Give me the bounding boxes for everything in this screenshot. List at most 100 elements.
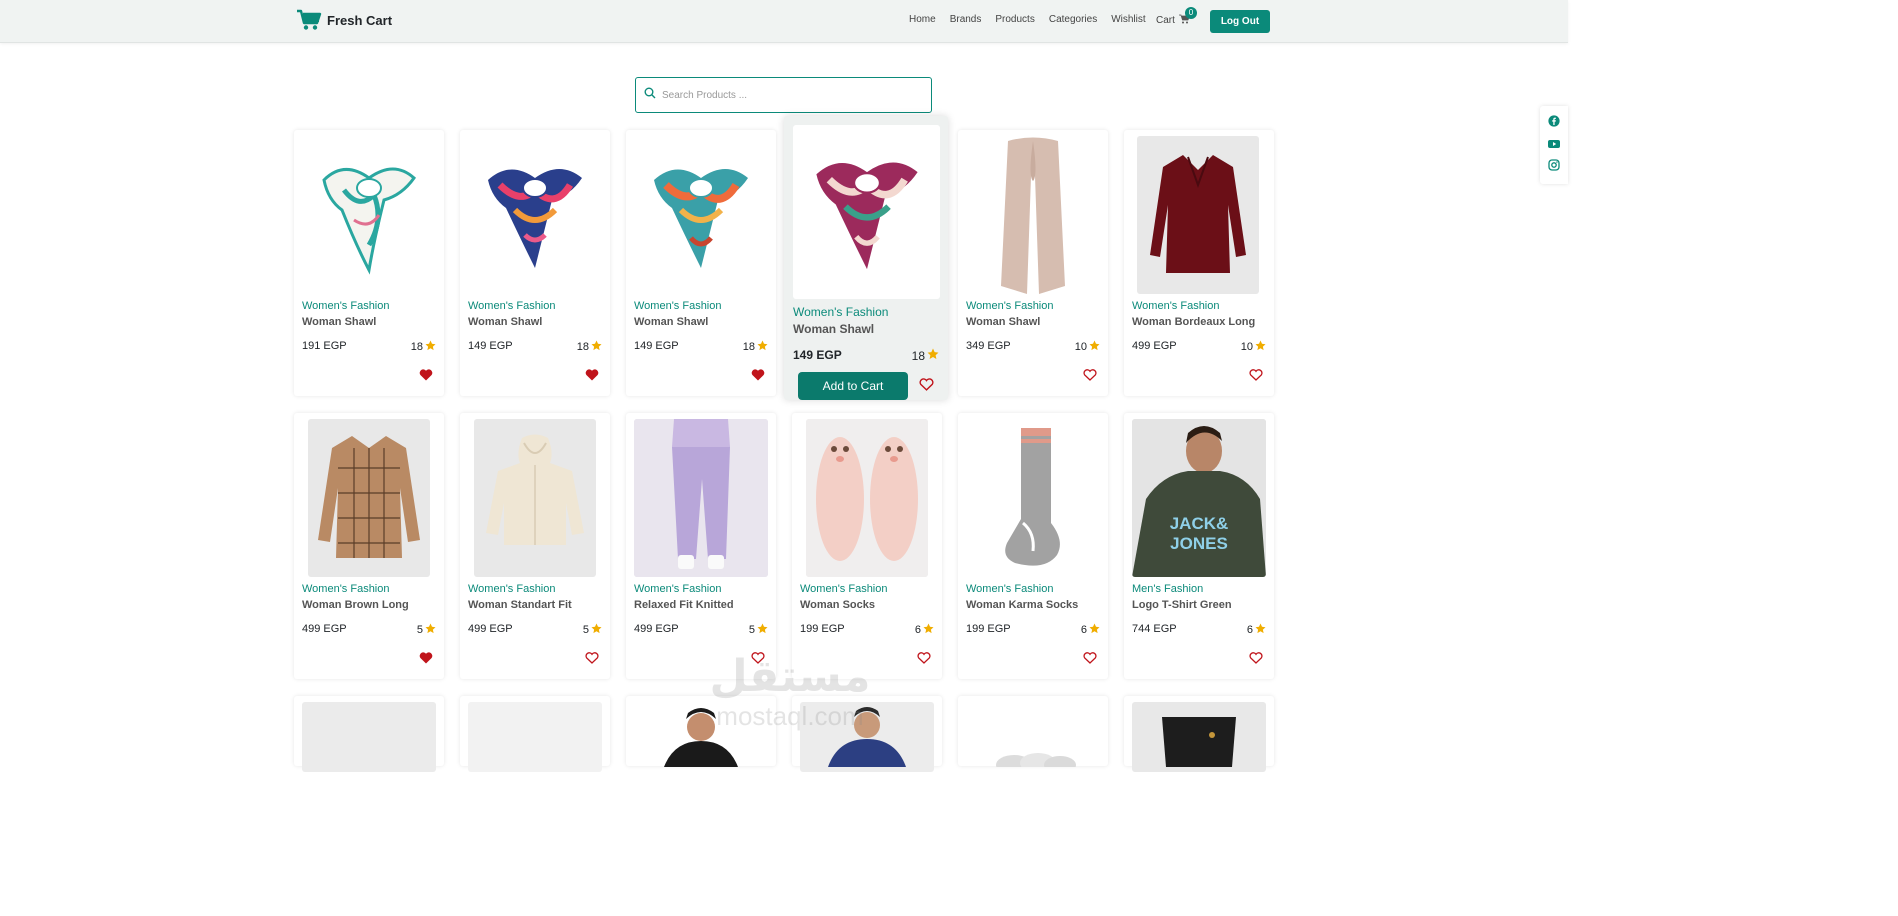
- wishlist-heart-filled-icon[interactable]: [751, 368, 765, 386]
- product-title: Woman Shawl: [793, 322, 875, 336]
- wishlist-heart-outline-icon[interactable]: [1249, 368, 1263, 386]
- rating-value: 6: [914, 624, 921, 636]
- product-category: Women's Fashion: [634, 583, 722, 595]
- product-rating: 6: [915, 623, 934, 637]
- wishlist-heart-outline-icon[interactable]: [1083, 651, 1097, 669]
- product-card[interactable]: Women's Fashion Woman Socks 199 EGP 6: [792, 413, 942, 679]
- product-image: [634, 419, 768, 577]
- nav-home[interactable]: Home: [909, 14, 936, 25]
- search-input[interactable]: [662, 89, 912, 101]
- add-to-cart-button[interactable]: Add to Cart: [798, 372, 908, 400]
- product-title: Woman Socks: [800, 599, 875, 611]
- product-card[interactable]: Women's Fashion Woman Shawl 149 EGP 18: [460, 130, 610, 396]
- star-icon: [923, 623, 934, 637]
- search-icon: [644, 86, 656, 104]
- product-card[interactable]: Women's Fashion Relaxed Fit Knitted 499 …: [626, 413, 776, 679]
- star-icon: [757, 340, 768, 354]
- product-rating: 10: [1241, 340, 1266, 354]
- product-title: Woman Standart Fit: [468, 599, 572, 611]
- product-title: Relaxed Fit Knitted: [634, 599, 734, 611]
- logout-button[interactable]: Log Out: [1210, 10, 1270, 33]
- product-rating: 5: [417, 623, 436, 637]
- star-icon: [1089, 623, 1100, 637]
- product-image: JACK& JONES: [1132, 419, 1266, 577]
- product-image: [302, 136, 436, 294]
- search-box: [635, 77, 932, 113]
- wishlist-heart-filled-icon[interactable]: [585, 368, 599, 386]
- product-card[interactable]: Women's Fashion Woman Brown Long 499 EGP…: [294, 413, 444, 679]
- product-card[interactable]: Women's Fashion Woman Karma Socks 199 EG…: [958, 413, 1108, 679]
- star-icon: [1255, 623, 1266, 637]
- product-image: [468, 702, 602, 772]
- product-title: Logo T-Shirt Green: [1132, 599, 1232, 611]
- cart-count-badge: 0: [1185, 7, 1197, 19]
- product-image: [634, 702, 768, 772]
- brand[interactable]: Fresh Cart: [296, 9, 392, 31]
- wishlist-heart-outline-icon[interactable]: [917, 651, 931, 669]
- wishlist-heart-outline-icon[interactable]: [585, 651, 599, 669]
- star-icon: [591, 623, 602, 637]
- product-price: 149 EGP: [634, 340, 679, 352]
- wishlist-heart-outline-icon[interactable]: [1083, 368, 1097, 386]
- product-image: [966, 702, 1100, 772]
- product-price: 499 EGP: [302, 623, 347, 635]
- wishlist-heart-outline-icon[interactable]: [919, 378, 934, 396]
- product-card[interactable]: [294, 696, 444, 772]
- nav-products[interactable]: Products: [995, 14, 1034, 25]
- wishlist-heart-outline-icon[interactable]: [751, 651, 765, 669]
- product-card[interactable]: [1124, 696, 1274, 772]
- nav-brands[interactable]: Brands: [950, 14, 982, 25]
- product-rating: 18: [912, 348, 939, 363]
- nav-links: Home Brands Products Categories Wishlist: [909, 14, 1160, 25]
- product-card[interactable]: JACK& JONES Men's Fashion Logo T-Shirt Gr…: [1124, 413, 1274, 679]
- svg-text:JACK&: JACK&: [1170, 514, 1229, 533]
- product-card[interactable]: Women's Fashion Woman Shawl 149 EGP 18: [626, 130, 776, 396]
- svg-text:JONES: JONES: [1170, 534, 1228, 553]
- star-icon: [425, 340, 436, 354]
- product-category: Women's Fashion: [468, 300, 556, 312]
- rating-value: 6: [1246, 624, 1253, 636]
- product-title: Woman Shawl: [634, 316, 709, 328]
- wishlist-heart-filled-icon[interactable]: [419, 651, 433, 669]
- product-card[interactable]: Women's Fashion Woman Shawl 191 EGP 18: [294, 130, 444, 396]
- product-image: [793, 125, 940, 299]
- product-card[interactable]: [626, 696, 776, 767]
- product-card[interactable]: Women's Fashion Woman Standart Fit 499 E…: [460, 413, 610, 679]
- wishlist-heart-outline-icon[interactable]: [1249, 651, 1263, 669]
- product-card[interactable]: [958, 696, 1108, 767]
- star-icon: [425, 623, 436, 637]
- product-category: Women's Fashion: [468, 583, 556, 595]
- brand-name: Fresh Cart: [327, 12, 393, 28]
- wishlist-heart-filled-icon[interactable]: [419, 368, 433, 386]
- youtube-icon[interactable]: [1548, 136, 1560, 154]
- product-category: Women's Fashion: [966, 583, 1054, 595]
- facebook-icon[interactable]: [1548, 114, 1560, 132]
- nav-wishlist[interactable]: Wishlist: [1111, 14, 1145, 25]
- product-title: Woman Shawl: [966, 316, 1041, 328]
- product-image: [1137, 136, 1259, 294]
- product-card-hovered[interactable]: Women's Fashion Woman Shawl 149 EGP 18 A…: [784, 116, 948, 400]
- product-image: [806, 419, 928, 577]
- product-image: [302, 702, 436, 772]
- product-title: Woman Karma Socks: [966, 599, 1079, 611]
- product-card[interactable]: Women's Fashion Woman Shawl 349 EGP 10: [958, 130, 1108, 396]
- product-category: Women's Fashion: [1132, 300, 1220, 312]
- product-card[interactable]: Women's Fashion Woman Bordeaux Long 499 …: [1124, 130, 1274, 396]
- product-rating: 5: [583, 623, 602, 637]
- product-category: Women's Fashion: [800, 583, 888, 595]
- star-icon: [757, 623, 768, 637]
- product-rating: 6: [1247, 623, 1266, 637]
- instagram-icon[interactable]: [1548, 158, 1560, 176]
- product-card[interactable]: [460, 696, 610, 772]
- star-icon: [1089, 340, 1100, 354]
- rating-value: 18: [911, 348, 925, 363]
- social-sidebar: [1540, 106, 1568, 184]
- product-image: [966, 136, 1100, 294]
- product-rating: 18: [577, 340, 602, 354]
- product-card[interactable]: [792, 696, 942, 772]
- nav-categories[interactable]: Categories: [1049, 14, 1097, 25]
- product-category: Women's Fashion: [302, 583, 390, 595]
- product-price: 349 EGP: [966, 340, 1011, 352]
- product-image: [474, 419, 596, 577]
- product-image: [634, 136, 768, 294]
